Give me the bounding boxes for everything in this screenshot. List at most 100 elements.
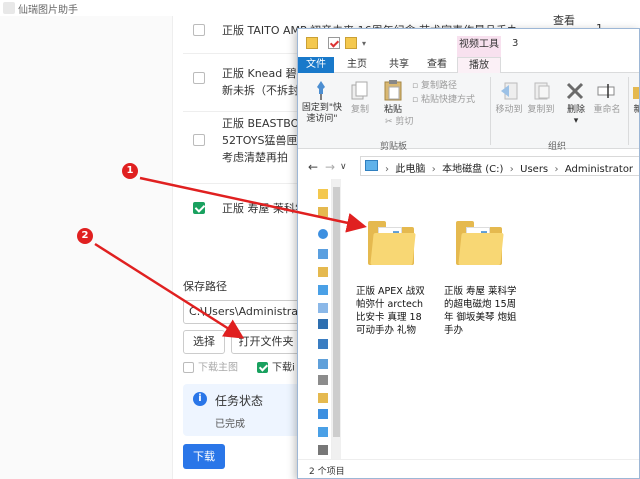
properties-icon[interactable]	[328, 37, 340, 49]
videos-icon[interactable]	[318, 319, 328, 329]
copy-icon	[351, 81, 368, 100]
delete-button[interactable]: 删除 ▾	[564, 105, 588, 127]
delete-icon	[566, 82, 584, 100]
copy-to-icon	[534, 82, 550, 100]
open-folder-button[interactable]: 打开文件夹	[231, 330, 301, 354]
quick-access-folder-icon[interactable]	[318, 189, 328, 199]
tab-play[interactable]: 播放	[457, 57, 501, 73]
drive-icon[interactable]	[318, 375, 328, 385]
chevron-down-icon[interactable]: ▾	[362, 39, 370, 48]
breadcrumb-local-disk[interactable]: 本地磁盘 (C:)	[442, 164, 503, 175]
network-icon[interactable]	[318, 445, 328, 455]
option-download-detail[interactable]: 下载i	[257, 362, 295, 375]
tab-view[interactable]: 查看	[420, 57, 454, 73]
paste-shortcut-button[interactable]: ▫ 粘贴快捷方式	[412, 95, 475, 106]
window-title-number: 3	[512, 38, 519, 49]
move-to-icon	[501, 82, 518, 100]
navigation-scrollbar[interactable]	[332, 179, 341, 459]
onedrive-icon[interactable]	[318, 229, 328, 239]
explorer-status-bar: 2 个项目	[298, 459, 639, 478]
tab-share[interactable]: 共享	[382, 57, 416, 73]
item-checkbox[interactable]	[193, 72, 205, 84]
folder-item-apex[interactable]	[368, 219, 418, 269]
this-pc-icon	[365, 160, 378, 171]
new-button[interactable]: 新	[632, 105, 639, 116]
info-icon: i	[193, 392, 207, 406]
pin-icon	[317, 81, 325, 100]
item-title-line3: 考虑清楚再拍	[222, 151, 288, 164]
scrollbar-thumb[interactable]	[333, 187, 340, 437]
file-list-pane: 正版 APEX 战双帕弥什 arctech 比安卡 真理 18 可动手办 礼物 …	[342, 179, 639, 459]
navigation-pane	[298, 179, 332, 459]
paste-button[interactable]: 粘贴	[380, 105, 406, 116]
option-checkbox-checked[interactable]	[257, 362, 268, 373]
app-sidebar	[0, 16, 173, 479]
rename-button[interactable]: 重命名	[592, 105, 622, 116]
item-title-line1: 正版 BEASTBOX	[222, 117, 307, 130]
back-arrow-icon[interactable]: ←	[308, 160, 318, 174]
save-path-label: 保存路径	[183, 280, 227, 293]
3d-objects-icon[interactable]	[318, 359, 328, 369]
paste-icon	[384, 80, 402, 101]
address-bar[interactable]: › 此电脑 › 本地磁盘 (C:) › Users › Administrato…	[360, 156, 639, 176]
rename-icon	[597, 84, 615, 98]
ribbon-toolbar: 固定到"快 速访问" 复制 粘贴 ▫ 复制路径 ▫ 粘贴快捷方式 ✂ 剪切 剪贴…	[298, 73, 639, 152]
task-status-value: 已完成	[215, 419, 245, 430]
annotation-marker-2: 2	[77, 228, 93, 244]
task-status-panel: i 任务状态 已完成	[183, 384, 303, 436]
file-explorer-window: ▾ 视频工具 3 文件 主页 共享 查看 播放 固定到"快 速访问" 复制 粘贴…	[297, 28, 640, 479]
move-to-button[interactable]: 移动到	[494, 105, 524, 116]
cut-button[interactable]: ✂ 剪切	[385, 117, 413, 128]
address-row: ← → ∨ › 此电脑 › 本地磁盘 (C:) › Users › Admini…	[298, 154, 639, 178]
breadcrumb-users[interactable]: Users	[520, 164, 548, 175]
task-status-title: 任务状态	[215, 394, 264, 408]
copy-to-button[interactable]: 复制到	[526, 105, 556, 116]
breadcrumb-administrator[interactable]: Administrator	[565, 164, 633, 175]
pictures-icon[interactable]	[318, 303, 328, 313]
folder-icon[interactable]	[306, 37, 318, 49]
option-download-main[interactable]: 下载主图	[183, 362, 238, 375]
downloads-icon[interactable]	[318, 409, 328, 419]
select-path-button[interactable]: 选择	[183, 330, 225, 354]
music-icon[interactable]	[318, 427, 328, 437]
organize-group-label: 组织	[548, 142, 567, 152]
copy-button[interactable]: 复制	[348, 105, 372, 116]
annotation-marker-1: 1	[122, 163, 138, 179]
new-folder-icon[interactable]	[345, 37, 357, 49]
option-checkbox[interactable]	[183, 362, 194, 373]
tab-file[interactable]: 文件	[298, 57, 334, 73]
ribbon-divider	[628, 77, 629, 145]
breadcrumb-this-pc[interactable]: 此电脑	[395, 164, 425, 175]
folder-name-railgun[interactable]: 正版 寿屋 莱科学的超电磁炮 15周年 御坂美琴 炮姐 手办	[444, 285, 518, 337]
copy-path-button[interactable]: ▫ 复制路径	[412, 81, 457, 92]
video-tools-context-label: 视频工具	[457, 36, 501, 58]
forward-arrow-icon[interactable]: →	[325, 160, 335, 174]
ribbon-divider	[490, 77, 491, 145]
app-title: 仙瑞图片助手	[18, 5, 78, 16]
item-title-line1: 正版 Knead 碧蓝	[222, 67, 308, 80]
recent-chevron-icon[interactable]: ∨	[340, 162, 347, 172]
folder-icon[interactable]	[318, 393, 328, 403]
download-button[interactable]: 下载	[183, 444, 225, 469]
explorer-titlebar: ▾ 视频工具 3	[298, 29, 639, 58]
item-checkbox-checked[interactable]	[193, 202, 205, 214]
save-path-input[interactable]: C:\Users\Administrato	[183, 300, 313, 324]
item-count: 2 个项目	[309, 467, 345, 477]
app-icon	[3, 2, 15, 14]
folder-item-railgun[interactable]	[456, 219, 506, 269]
folder-name-apex[interactable]: 正版 APEX 战双帕弥什 arctech 比安卡 真理 18 可动手办 礼物	[356, 285, 430, 337]
folder-icon[interactable]	[318, 207, 328, 217]
pin-quick-access-button[interactable]: 固定到"快 速访问"	[300, 103, 344, 125]
item-title: 正版 寿屋 莱科学	[222, 202, 306, 215]
item-checkbox[interactable]	[193, 134, 205, 146]
clipboard-group-label: 剪贴板	[380, 142, 408, 152]
new-folder-icon	[633, 87, 639, 99]
this-pc-icon[interactable]	[318, 339, 328, 349]
downloads-icon[interactable]	[318, 249, 328, 259]
tab-home[interactable]: 主页	[340, 57, 374, 73]
ribbon-tabs: 文件 主页 共享 查看 播放	[298, 57, 639, 73]
music-icon[interactable]	[318, 285, 328, 295]
item-checkbox[interactable]	[193, 24, 205, 36]
folder-icon[interactable]	[318, 267, 328, 277]
breadcrumb[interactable]: › 此电脑 › 本地磁盘 (C:) › Users › Administrato…	[385, 160, 633, 175]
